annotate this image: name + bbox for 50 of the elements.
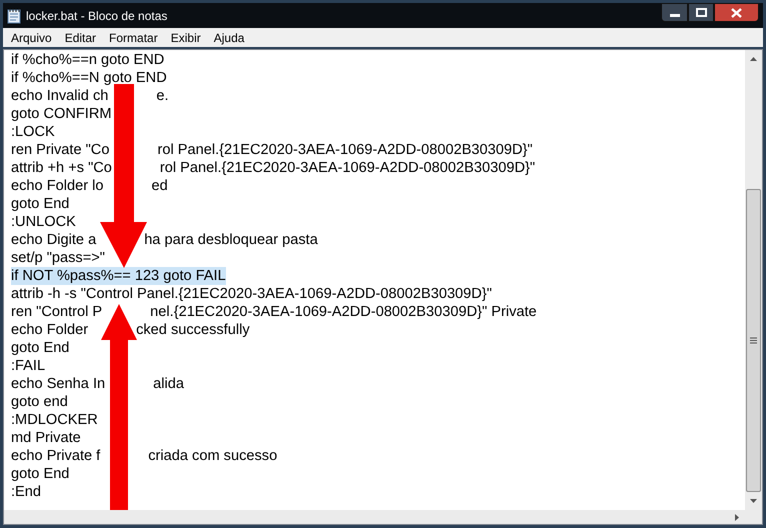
code-line: cked successfully (136, 321, 250, 339)
menu-item[interactable]: Editar (58, 28, 102, 46)
code-line: if %cho%==n goto END (11, 51, 164, 69)
code-line: :End (11, 483, 42, 501)
code-line: goto end (11, 393, 68, 411)
grip-icon (750, 337, 757, 344)
notepad-icon (7, 8, 21, 24)
menu-item[interactable]: Exibir (164, 28, 207, 46)
window-title: locker.bat - Bloco de notas (26, 8, 168, 24)
code-line: if NOT %pass%== 123 goto FAIL (11, 267, 226, 285)
code-line: criada com sucesso (148, 447, 278, 465)
menu-item[interactable]: Ajuda (208, 28, 250, 46)
code-line: echo Private f (11, 447, 100, 465)
code-line: nel.{21EC2020-3AEA-1069-A2DD-08002B30309D}" Private (150, 303, 537, 321)
code-line: ed (151, 177, 168, 195)
code-line: if %cho%==N goto END (11, 69, 167, 87)
code-line: rol Panel.{21EC2020-3AEA-1069-A2DD-08002B30309D}" (157, 141, 533, 159)
code-line: alida (153, 375, 184, 393)
scroll-thumb[interactable] (746, 189, 761, 492)
code-line: ren "Control P (11, 303, 102, 321)
code-line: echo Digite a (11, 231, 96, 249)
code-line: ren Private "Co (11, 141, 110, 159)
code-line: goto End (11, 465, 70, 483)
maximize-icon (696, 8, 706, 17)
code-line: echo Senha In (11, 375, 106, 393)
code-line: :LOCK (11, 123, 55, 141)
code-line: :MDLOCKER (11, 411, 98, 429)
code-line: echo Folder (11, 321, 88, 339)
code-line: echo Folder lo (11, 177, 104, 195)
code-line: :UNLOCK (11, 213, 76, 231)
code-line: ha para desbloquear pasta (144, 231, 318, 249)
menu-item[interactable]: Formatar (103, 28, 164, 46)
code-line: md Private (11, 429, 81, 447)
code-line: goto End (11, 195, 70, 213)
menu-item[interactable]: Arquivo (5, 28, 58, 46)
code-line: echo Invalid ch (11, 87, 108, 105)
minimize-button[interactable] (661, 3, 688, 22)
maximize-button[interactable] (688, 3, 714, 22)
code-line: rol Panel.{21EC2020-3AEA-1069-A2DD-08002B30309D}" (160, 159, 536, 177)
code-line: goto End (11, 339, 70, 357)
code-line: attrib -h -s "Control Panel.{21EC2020-3AEA-1069-A2DD-08002B30309D}" (11, 285, 492, 303)
code-line: set/p "pass=>" (11, 249, 105, 267)
code-line: attrib +h +s "Co (11, 159, 112, 177)
code-line: e. (156, 87, 169, 105)
close-button[interactable] (714, 3, 759, 22)
close-icon (731, 8, 742, 18)
vertical-scrollbar[interactable] (745, 50, 762, 510)
code-line: :FAIL (11, 357, 46, 375)
code-line: goto CONFIRM (11, 105, 112, 123)
horizontal-scrollbar[interactable] (4, 510, 762, 524)
